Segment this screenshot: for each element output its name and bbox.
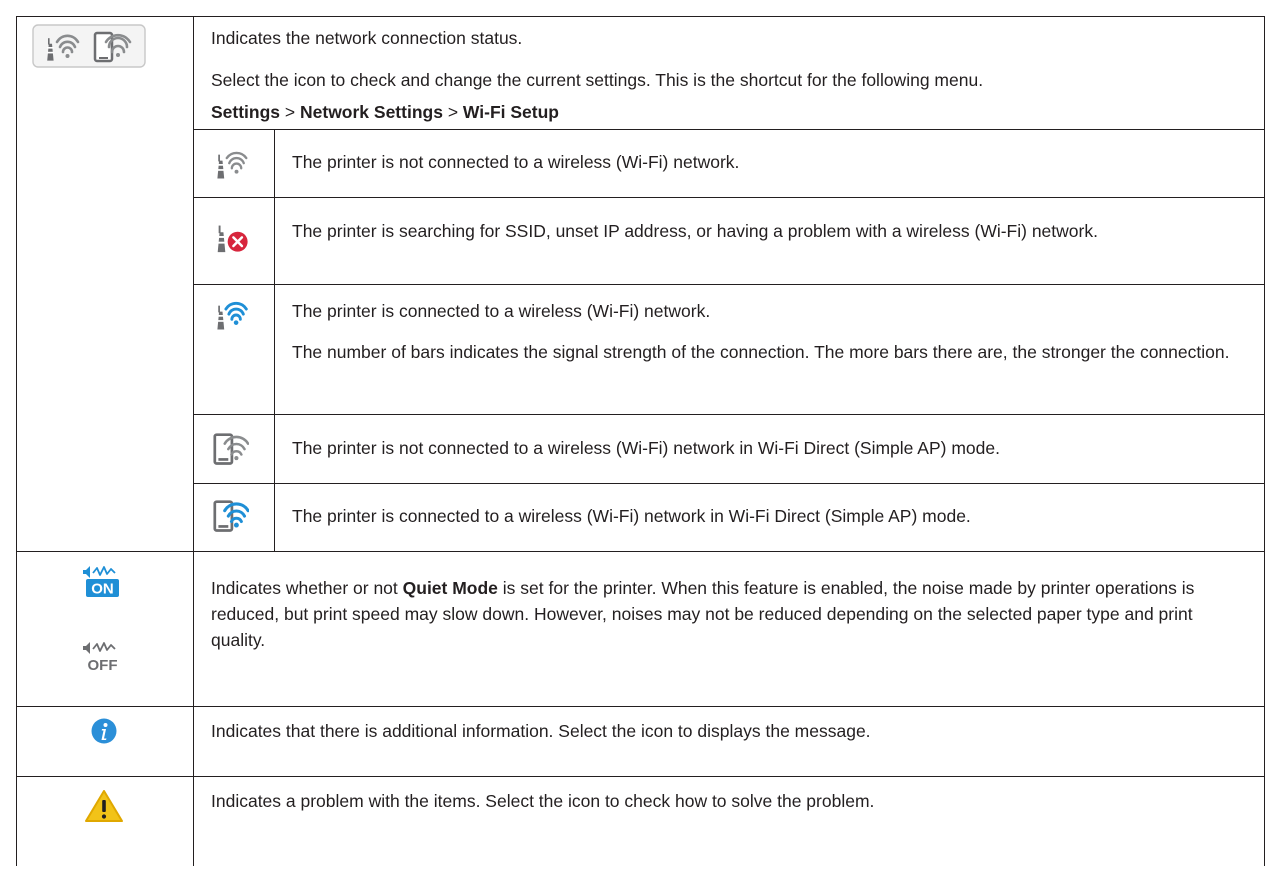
row-divider bbox=[16, 776, 1265, 777]
network-status-icon[interactable] bbox=[32, 24, 146, 68]
wifi-state-text: The printer is not connected to a wirele… bbox=[292, 438, 1000, 458]
quiet-mode-off-label: OFF bbox=[88, 657, 118, 674]
warning-icon[interactable] bbox=[84, 789, 124, 823]
wifi-direct-connected-icon bbox=[213, 500, 249, 532]
network-status-description: Indicates the network connection status. bbox=[211, 28, 523, 48]
wifi-state-text: The printer is not connected to a wirele… bbox=[292, 152, 740, 172]
menu-separator: > bbox=[442, 102, 463, 122]
table-border-right bbox=[1264, 16, 1265, 866]
wifi-disconnected-icon bbox=[217, 151, 248, 179]
row-divider bbox=[193, 129, 1265, 130]
menu-separator: > bbox=[280, 102, 300, 122]
wifi-error-icon bbox=[217, 225, 248, 253]
quiet-mode-on-icon[interactable]: ON bbox=[80, 564, 122, 598]
menu-item-settings: Settings bbox=[211, 102, 281, 122]
row-divider bbox=[193, 414, 1265, 415]
menu-item-wifi-setup: Wi-Fi Setup bbox=[462, 102, 559, 122]
quiet-mode-description: Indicates whether or not Quiet Mode is s… bbox=[211, 578, 1195, 650]
table-border-left bbox=[16, 16, 17, 866]
menu-item-network-settings: Network Settings bbox=[300, 102, 443, 122]
row-divider bbox=[193, 197, 1265, 198]
network-status-instruction: Select the icon to check and change the … bbox=[211, 70, 984, 90]
quiet-mode-on-label: ON bbox=[91, 581, 114, 598]
wifi-connected-icon bbox=[217, 301, 248, 330]
column-divider bbox=[193, 16, 194, 866]
quiet-mode-term: Quiet Mode bbox=[402, 578, 498, 598]
table-border-top bbox=[16, 16, 1265, 17]
row-divider bbox=[193, 284, 1265, 285]
info-description: Indicates that there is additional infor… bbox=[211, 721, 871, 741]
row-divider bbox=[16, 706, 1265, 707]
nested-column-divider bbox=[274, 129, 275, 552]
wifi-direct-disconnected-icon bbox=[213, 433, 249, 465]
wifi-state-text: The printer is connected to a wireless (… bbox=[292, 506, 971, 526]
info-icon[interactable] bbox=[91, 718, 117, 744]
menu-path-breadcrumb: Settings > Network Settings > Wi-Fi Setu… bbox=[211, 99, 559, 125]
warning-description: Indicates a problem with the items. Sele… bbox=[211, 791, 875, 811]
row-divider bbox=[193, 483, 1265, 484]
wifi-state-text: The printer is searching for SSID, unset… bbox=[292, 221, 1098, 241]
row-divider bbox=[16, 551, 1265, 552]
wifi-state-text: The printer is connected to a wireless (… bbox=[292, 301, 711, 321]
quiet-mode-off-icon[interactable]: OFF bbox=[80, 640, 122, 674]
wifi-state-detail-text: The number of bars indicates the signal … bbox=[292, 342, 1230, 362]
